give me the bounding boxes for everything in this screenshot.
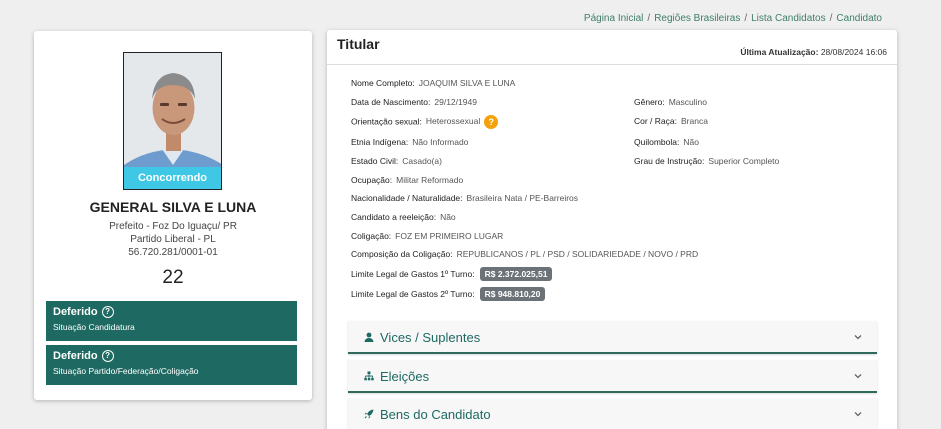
field-value: FOZ EM PRIMEIRO LUGAR bbox=[395, 231, 504, 241]
field-label: Limite Legal de Gastos 2º Turno: bbox=[351, 289, 475, 299]
help-icon[interactable]: ? bbox=[101, 306, 114, 318]
help-icon[interactable]: ? bbox=[484, 115, 499, 129]
field-orientacao-sexual: Orientação sexual: Heterossexual? bbox=[351, 115, 499, 129]
field-value: Não bbox=[440, 212, 456, 222]
candidate-name: GENERAL SILVA E LUNA bbox=[89, 199, 257, 215]
last-update: Última Atualização: 28/08/2024 16:06 bbox=[740, 47, 887, 57]
field-limite-1-turno: Limite Legal de Gastos 1º Turno: R$ 2.372… bbox=[351, 267, 553, 281]
field-value: Superior Completo bbox=[708, 156, 780, 166]
field-label: Orientação sexual: bbox=[351, 116, 422, 127]
field-value: Masculino bbox=[668, 97, 707, 107]
field-label: Coligação: bbox=[351, 231, 392, 241]
breadcrumb-regions-link[interactable]: Regiões Brasileiras bbox=[654, 13, 740, 24]
field-value: JOAQUIM SILVA E LUNA bbox=[418, 78, 516, 88]
money-badge: R$ 2.372.025,51 bbox=[479, 267, 553, 281]
chevron-down-icon bbox=[854, 412, 862, 417]
candidate-office: Prefeito - Foz Do Iguaçu/ PR bbox=[109, 221, 237, 232]
field-value: Não Informado bbox=[412, 137, 469, 147]
rocket-icon bbox=[364, 409, 374, 419]
field-limite-2-turno: Limite Legal de Gastos 2º Turno: R$ 948.8… bbox=[351, 287, 546, 301]
status-subtitle: Situação Candidatura bbox=[53, 322, 135, 332]
field-value: Branca bbox=[681, 116, 708, 126]
candidate-cnpj: 56.720.281/0001-01 bbox=[128, 247, 218, 258]
titular-card: Titular Última Atualização: 28/08/2024 1… bbox=[327, 30, 897, 429]
accordion-label: Vices / Suplentes bbox=[380, 330, 481, 345]
candidacy-status-badge: Concorrendo bbox=[124, 167, 221, 189]
breadcrumb-separator: / bbox=[829, 13, 833, 24]
field-reeleicao: Candidato a reeleição: Não bbox=[351, 212, 456, 222]
field-grau-instrucao: Grau de Instrução: Superior Completo bbox=[634, 156, 779, 166]
status-party: Deferido? Situação Partido/Federação/Col… bbox=[46, 345, 297, 385]
field-value: Não bbox=[683, 137, 699, 147]
status-subtitle: Situação Partido/Federação/Coligação bbox=[53, 366, 199, 376]
accordion-label: Bens do Candidato bbox=[380, 407, 491, 422]
status-candidacy: Deferido? Situação Candidatura bbox=[46, 301, 297, 341]
breadcrumb-candidates-link[interactable]: Lista Candidatos bbox=[751, 13, 826, 24]
breadcrumb: Página Inicial / Regiões Brasileiras / Lista… bbox=[584, 13, 882, 24]
chevron-down-icon bbox=[854, 374, 862, 379]
field-cor-raca: Cor / Raça: Branca bbox=[634, 116, 708, 126]
breadcrumb-current[interactable]: Candidato bbox=[836, 13, 882, 24]
accordion-label: Eleições bbox=[380, 369, 430, 384]
accordion-vices-suplentes[interactable]: Vices / Suplentes bbox=[348, 321, 877, 354]
field-value: Militar Reformado bbox=[396, 175, 464, 185]
status-title: Deferido bbox=[53, 306, 98, 318]
field-label: Nacionalidade / Naturalidade: bbox=[351, 193, 463, 203]
breadcrumb-separator: / bbox=[647, 13, 651, 24]
field-value: 29/12/1949 bbox=[434, 97, 477, 107]
field-value: Brasileira Nata / PE-Barreiros bbox=[466, 193, 579, 203]
status-title: Deferido bbox=[53, 350, 98, 362]
field-value: REPUBLICANOS / PL / PSD / SOLIDARIEDADE … bbox=[456, 249, 699, 259]
candidate-party: Partido Liberal - PL bbox=[130, 234, 216, 245]
field-nome-completo: Nome Completo: JOAQUIM SILVA E LUNA bbox=[351, 78, 515, 88]
section-title: Titular bbox=[337, 36, 380, 52]
field-label: Grau de Instrução: bbox=[634, 156, 705, 166]
field-quilombola: Quilombola: Não bbox=[634, 137, 699, 147]
field-label: Quilombola: bbox=[634, 137, 680, 147]
field-label: Nome Completo: bbox=[351, 78, 415, 88]
money-badge: R$ 948.810,20 bbox=[479, 287, 546, 301]
field-estado-civil: Estado Civil: Casado(a) bbox=[351, 156, 442, 166]
field-data-nascimento: Data de Nascimento: 29/12/1949 bbox=[351, 97, 477, 107]
last-update-label: Última Atualização: bbox=[740, 47, 819, 57]
last-update-value: 28/08/2024 16:06 bbox=[820, 47, 887, 57]
sitemap-icon bbox=[364, 371, 374, 381]
field-label: Composição da Coligação: bbox=[351, 249, 453, 259]
field-value: Casado(a) bbox=[402, 156, 442, 166]
breadcrumb-separator: / bbox=[744, 13, 748, 24]
field-label: Candidato a reeleição: bbox=[351, 212, 437, 222]
accordion-bens-candidato[interactable]: Bens do Candidato bbox=[348, 398, 877, 429]
field-ocupacao: Ocupação: Militar Reformado bbox=[351, 175, 463, 185]
candidate-number: 22 bbox=[162, 267, 184, 288]
field-etnia-indigena: Etnia Indígena: Não Informado bbox=[351, 137, 468, 147]
candidate-card: Concorrendo GENERAL SILVA E LUNA Prefeit… bbox=[34, 31, 312, 400]
help-icon[interactable]: ? bbox=[101, 350, 114, 362]
candidate-photo: Concorrendo bbox=[123, 52, 222, 190]
field-coligacao: Coligação: FOZ EM PRIMEIRO LUGAR bbox=[351, 231, 503, 241]
field-label: Ocupação: bbox=[351, 175, 393, 185]
breadcrumb-home-link[interactable]: Página Inicial bbox=[584, 13, 643, 24]
field-label: Etnia Indígena: bbox=[351, 137, 409, 147]
field-label: Gênero: bbox=[634, 97, 665, 107]
accordion-eleicoes[interactable]: Eleições bbox=[348, 360, 877, 393]
field-label: Data de Nascimento: bbox=[351, 97, 431, 107]
user-icon bbox=[364, 332, 374, 342]
field-genero: Gênero: Masculino bbox=[634, 97, 707, 107]
divider bbox=[327, 64, 897, 65]
field-value: Heterossexual bbox=[425, 116, 481, 127]
field-label: Cor / Raça: bbox=[634, 116, 677, 126]
field-nacionalidade: Nacionalidade / Naturalidade: Brasileira … bbox=[351, 193, 578, 203]
chevron-down-icon bbox=[854, 335, 862, 340]
field-label: Limite Legal de Gastos 1º Turno: bbox=[351, 269, 475, 279]
field-composicao-coligacao: Composição da Coligação: REPUBLICANOS / P… bbox=[351, 249, 698, 259]
field-label: Estado Civil: bbox=[351, 156, 399, 166]
